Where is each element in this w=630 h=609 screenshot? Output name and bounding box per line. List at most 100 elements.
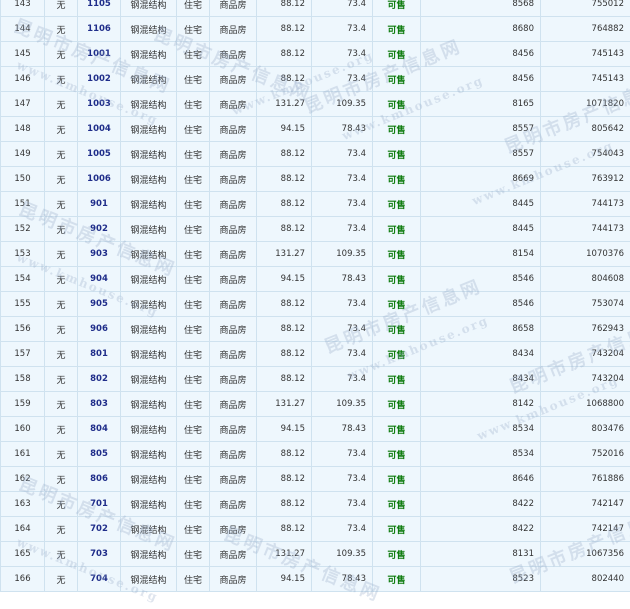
total-price-cell: 754043 [540, 141, 630, 167]
table-row: 157 无 801 钢混结构 住宅 商品房 88.12 73.4 可售 8434 743204 [0, 341, 630, 367]
room-number-cell: 701 [77, 491, 121, 517]
table-row: 159 无 803 钢混结构 住宅 商品房 131.27 109.35 可售 8142 106880… [0, 391, 630, 417]
property-type-cell: 商品房 [209, 166, 257, 192]
table-row: 156 无 906 钢混结构 住宅 商品房 88.12 73.4 可售 8658 762943 [0, 316, 630, 342]
usage-cell: 住宅 [176, 366, 210, 392]
structure-cell: 钢混结构 [120, 316, 177, 342]
room-number-cell: 904 [77, 266, 121, 292]
row-number-cell: 147 [0, 91, 45, 117]
floor-note-cell: 无 [44, 316, 78, 342]
inner-area-cell: 78.43 [311, 266, 373, 292]
table-row: 143 无 1105 钢混结构 住宅 商品房 88.12 73.4 可售 8568 755012 [0, 0, 630, 17]
inner-area-cell: 73.4 [311, 216, 373, 242]
property-type-cell: 商品房 [209, 566, 257, 592]
building-area-cell: 131.27 [256, 241, 312, 267]
unit-price-cell: 8142 [420, 391, 541, 417]
row-number-cell: 158 [0, 366, 45, 392]
unit-price-cell: 8546 [420, 266, 541, 292]
total-price-cell: 745143 [540, 66, 630, 92]
usage-cell: 住宅 [176, 341, 210, 367]
structure-cell: 钢混结构 [120, 41, 177, 67]
building-area-cell: 88.12 [256, 291, 312, 317]
property-type-cell: 商品房 [209, 516, 257, 542]
table-row: 163 无 701 钢混结构 住宅 商品房 88.12 73.4 可售 8422 742147 [0, 491, 630, 517]
usage-cell: 住宅 [176, 41, 210, 67]
floor-note-cell: 无 [44, 266, 78, 292]
unit-price-cell: 8456 [420, 66, 541, 92]
usage-cell: 住宅 [176, 316, 210, 342]
structure-cell: 钢混结构 [120, 366, 177, 392]
inner-area-cell: 73.4 [311, 441, 373, 467]
structure-cell: 钢混结构 [120, 416, 177, 442]
sale-status-cell: 可售 [372, 116, 421, 142]
room-number-cell: 902 [77, 216, 121, 242]
sale-status-cell: 可售 [372, 41, 421, 67]
unit-price-cell: 8546 [420, 291, 541, 317]
row-number-cell: 151 [0, 191, 45, 217]
table-row: 155 无 905 钢混结构 住宅 商品房 88.12 73.4 可售 8546 753074 [0, 291, 630, 317]
room-number-cell: 802 [77, 366, 121, 392]
property-type-cell: 商品房 [209, 366, 257, 392]
sale-status-cell: 可售 [372, 366, 421, 392]
sale-status-cell: 可售 [372, 241, 421, 267]
room-number-cell: 1106 [77, 16, 121, 42]
property-type-cell: 商品房 [209, 41, 257, 67]
property-type-cell: 商品房 [209, 0, 257, 17]
table-row: 145 无 1001 钢混结构 住宅 商品房 88.12 73.4 可售 8456 745143 [0, 41, 630, 67]
floor-note-cell: 无 [44, 416, 78, 442]
building-area-cell: 88.12 [256, 41, 312, 67]
room-number-cell: 703 [77, 541, 121, 567]
sale-status-cell: 可售 [372, 516, 421, 542]
unit-price-cell: 8131 [420, 541, 541, 567]
structure-cell: 钢混结构 [120, 541, 177, 567]
inner-area-cell: 73.4 [311, 366, 373, 392]
total-price-cell: 745143 [540, 41, 630, 67]
room-number-cell: 704 [77, 566, 121, 592]
row-number-cell: 145 [0, 41, 45, 67]
building-area-cell: 88.12 [256, 366, 312, 392]
property-type-cell: 商品房 [209, 416, 257, 442]
sale-status-cell: 可售 [372, 291, 421, 317]
building-area-cell: 88.12 [256, 441, 312, 467]
usage-cell: 住宅 [176, 516, 210, 542]
total-price-cell: 743204 [540, 341, 630, 367]
usage-cell: 住宅 [176, 241, 210, 267]
sale-status-cell: 可售 [372, 16, 421, 42]
structure-cell: 钢混结构 [120, 441, 177, 467]
usage-cell: 住宅 [176, 216, 210, 242]
inner-area-cell: 73.4 [311, 166, 373, 192]
unit-price-cell: 8646 [420, 466, 541, 492]
unit-price-cell: 8557 [420, 116, 541, 142]
property-type-cell: 商品房 [209, 391, 257, 417]
row-number-cell: 161 [0, 441, 45, 467]
structure-cell: 钢混结构 [120, 216, 177, 242]
structure-cell: 钢混结构 [120, 91, 177, 117]
unit-price-cell: 8568 [420, 0, 541, 17]
row-number-cell: 160 [0, 416, 45, 442]
table-row: 147 无 1003 钢混结构 住宅 商品房 131.27 109.35 可售 8165 10718… [0, 91, 630, 117]
sale-status-cell: 可售 [372, 91, 421, 117]
building-area-cell: 88.12 [256, 0, 312, 17]
floor-note-cell: 无 [44, 366, 78, 392]
unit-price-cell: 8534 [420, 416, 541, 442]
row-number-cell: 153 [0, 241, 45, 267]
unit-price-cell: 8557 [420, 141, 541, 167]
sale-status-cell: 可售 [372, 491, 421, 517]
row-number-cell: 148 [0, 116, 45, 142]
room-number-cell: 1006 [77, 166, 121, 192]
room-number-cell: 1002 [77, 66, 121, 92]
property-type-cell: 商品房 [209, 191, 257, 217]
property-type-cell: 商品房 [209, 66, 257, 92]
total-price-cell: 742147 [540, 491, 630, 517]
building-area-cell: 131.27 [256, 541, 312, 567]
structure-cell: 钢混结构 [120, 166, 177, 192]
total-price-cell: 1071820 [540, 91, 630, 117]
usage-cell: 住宅 [176, 141, 210, 167]
usage-cell: 住宅 [176, 391, 210, 417]
property-type-cell: 商品房 [209, 241, 257, 267]
room-number-cell: 806 [77, 466, 121, 492]
table-row: 148 无 1004 钢混结构 住宅 商品房 94.15 78.43 可售 8557 805642 [0, 116, 630, 142]
room-number-cell: 901 [77, 191, 121, 217]
table-row: 150 无 1006 钢混结构 住宅 商品房 88.12 73.4 可售 8669 763912 [0, 166, 630, 192]
inner-area-cell: 73.4 [311, 291, 373, 317]
